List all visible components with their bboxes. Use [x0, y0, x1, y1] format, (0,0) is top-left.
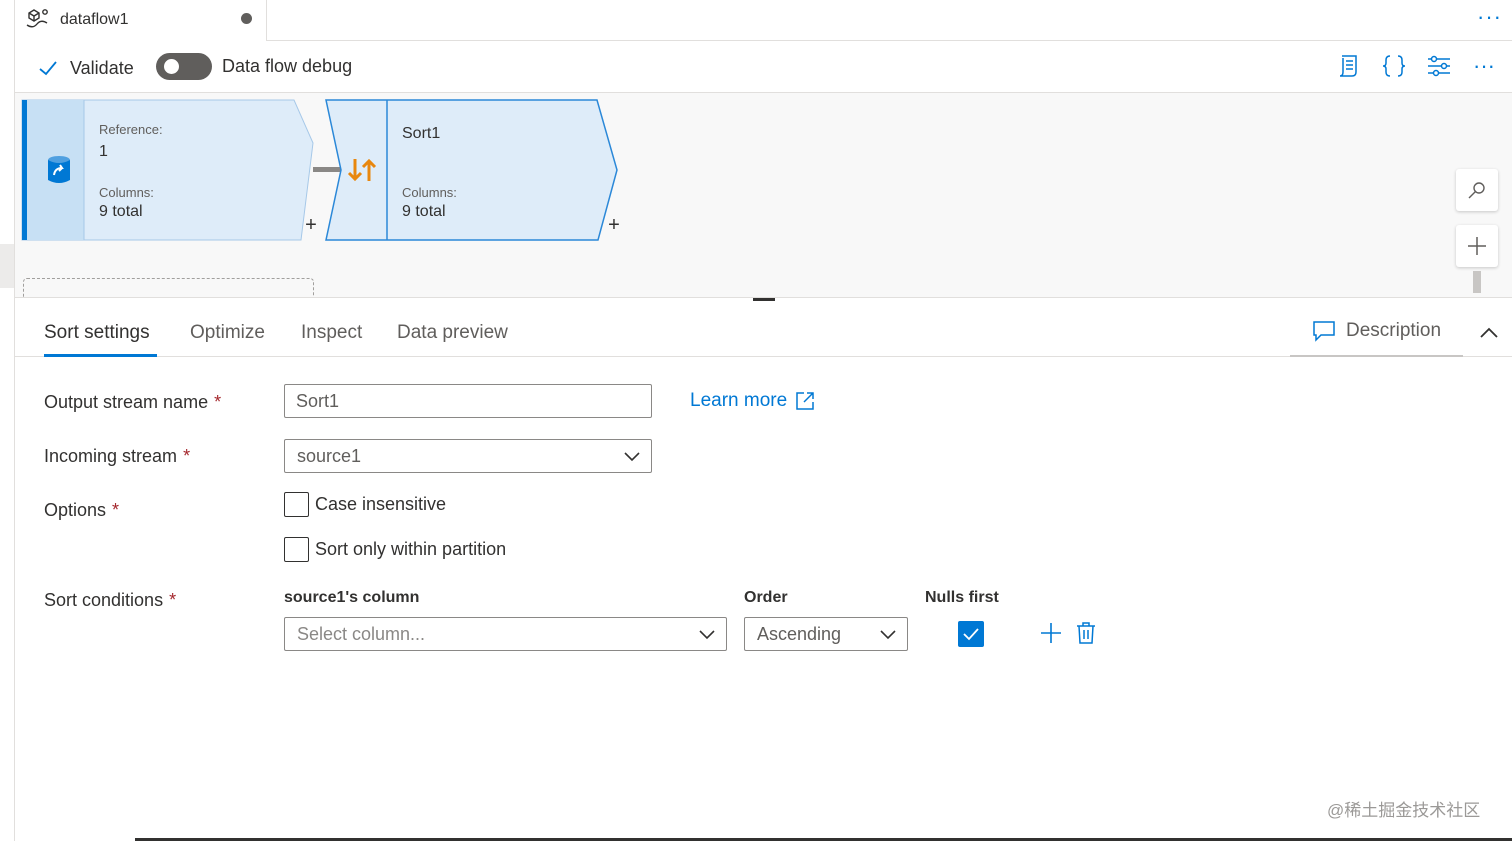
sort-columns-value: 9 total: [402, 203, 446, 220]
debug-toggle[interactable]: [156, 53, 212, 80]
incoming-stream-value: source1: [297, 446, 362, 466]
options-label: Options *: [44, 500, 120, 520]
script-icon[interactable]: [1331, 51, 1367, 81]
plus-icon: [1041, 623, 1061, 643]
dataflow-icon: [26, 9, 48, 28]
learn-more-label: Learn more: [690, 390, 788, 411]
add-condition-button[interactable]: [1039, 620, 1063, 646]
sort-columns-label: Columns:: [402, 185, 457, 200]
case-insensitive-checkbox[interactable]: Case insensitive: [284, 492, 446, 517]
sort-node-title: Sort1: [402, 125, 441, 142]
required-mark: *: [112, 500, 120, 520]
toolbar: Validate Data flow debug ···: [15, 41, 1512, 93]
case-insensitive-label: Case insensitive: [315, 494, 447, 514]
node-connector: [313, 167, 341, 172]
source-reference-label: Reference:: [99, 122, 163, 137]
external-link-icon: [796, 392, 814, 410]
sort-column-placeholder: Select column...: [297, 624, 426, 644]
toolbar-right-icons: ···: [1322, 51, 1502, 81]
nulls-first-header: Nulls first: [925, 589, 999, 606]
tab-optimize[interactable]: Optimize: [190, 322, 265, 344]
tab-inspect[interactable]: Inspect: [301, 322, 362, 344]
zoom-in-button[interactable]: [1456, 225, 1498, 267]
unsaved-indicator: [241, 13, 252, 24]
required-mark: *: [169, 590, 177, 610]
validate-button[interactable]: Validate: [37, 55, 134, 81]
incoming-stream-dropdown[interactable]: source1: [284, 439, 652, 473]
document-tab-title: dataflow1: [60, 11, 129, 28]
left-gutter: [0, 0, 15, 841]
chevron-up-icon[interactable]: [1477, 321, 1501, 345]
source-columns-value: 9 total: [99, 203, 143, 220]
more-icon[interactable]: ···: [1466, 51, 1502, 81]
chevron-down-icon: [880, 630, 896, 640]
sort-order-value: Ascending: [757, 624, 842, 644]
description-underline: [1290, 355, 1463, 357]
code-braces-icon[interactable]: [1376, 51, 1412, 81]
toggle-knob: [164, 59, 179, 74]
incoming-stream-label: Incoming stream *: [44, 446, 191, 466]
nulls-first-checkbox[interactable]: [958, 621, 984, 647]
sort-within-partition-label: Sort only within partition: [315, 539, 507, 559]
checkbox-box: [284, 537, 309, 562]
source-columns-label: Columns:: [99, 185, 154, 200]
zoom-slider[interactable]: [1473, 271, 1481, 293]
output-stream-input[interactable]: [284, 384, 652, 418]
add-after-sort-button[interactable]: +: [605, 215, 623, 235]
side-panel-handle[interactable]: [0, 244, 14, 288]
checkmark-icon: [39, 61, 57, 76]
active-tab-indicator: [44, 354, 157, 357]
chevron-down-icon: [699, 630, 715, 640]
learn-more-link[interactable]: Learn more: [690, 390, 815, 412]
sort-column-dropdown[interactable]: Select column...: [284, 617, 727, 651]
tab-data-preview[interactable]: Data preview: [397, 322, 508, 344]
delete-condition-button[interactable]: [1074, 620, 1098, 646]
watermark: @稀土掘金技术社区: [1327, 801, 1481, 820]
trash-icon: [1077, 622, 1095, 644]
description-label: Description: [1346, 320, 1442, 341]
dataflow-canvas[interactable]: Reference: 1 Columns: 9 total + Sort1 Co…: [15, 93, 1512, 298]
chevron-down-icon: [624, 452, 640, 462]
validate-label: Validate: [70, 57, 134, 78]
document-tab[interactable]: dataflow1: [15, 0, 267, 41]
settings-tab-bar: Sort settings Optimize Inspect Data prev…: [15, 301, 1512, 357]
required-mark: *: [183, 446, 191, 466]
order-header: Order: [744, 589, 788, 606]
settings-sliders-icon[interactable]: [1421, 51, 1457, 81]
required-mark: *: [214, 392, 222, 412]
tab-sort-settings[interactable]: Sort settings: [44, 322, 150, 344]
debug-label: Data flow debug: [222, 56, 353, 76]
add-after-source-button[interactable]: +: [302, 215, 320, 235]
source-database-icon: [48, 156, 70, 183]
source-reference-value: 1: [99, 143, 108, 160]
output-stream-label: Output stream name *: [44, 392, 222, 412]
column-header: source1's column: [284, 589, 420, 606]
sort-within-partition-checkbox[interactable]: Sort only within partition: [284, 537, 506, 562]
document-tab-strip: dataflow1 ···: [15, 0, 1512, 41]
search-canvas-button[interactable]: [1456, 169, 1498, 211]
add-source-placeholder[interactable]: [23, 278, 314, 297]
sort-conditions-label: Sort conditions *: [44, 590, 177, 610]
checkbox-box: [284, 492, 309, 517]
tab-more-icon[interactable]: ···: [1477, 4, 1502, 30]
search-icon: [1468, 182, 1485, 199]
checkmark-icon: [963, 628, 979, 641]
sort-arrows-icon: [347, 158, 377, 182]
sort-order-dropdown[interactable]: Ascending: [744, 617, 908, 651]
description-button[interactable]: Description: [1312, 320, 1441, 342]
comment-icon: [1313, 321, 1335, 342]
plus-icon: [1468, 237, 1486, 255]
